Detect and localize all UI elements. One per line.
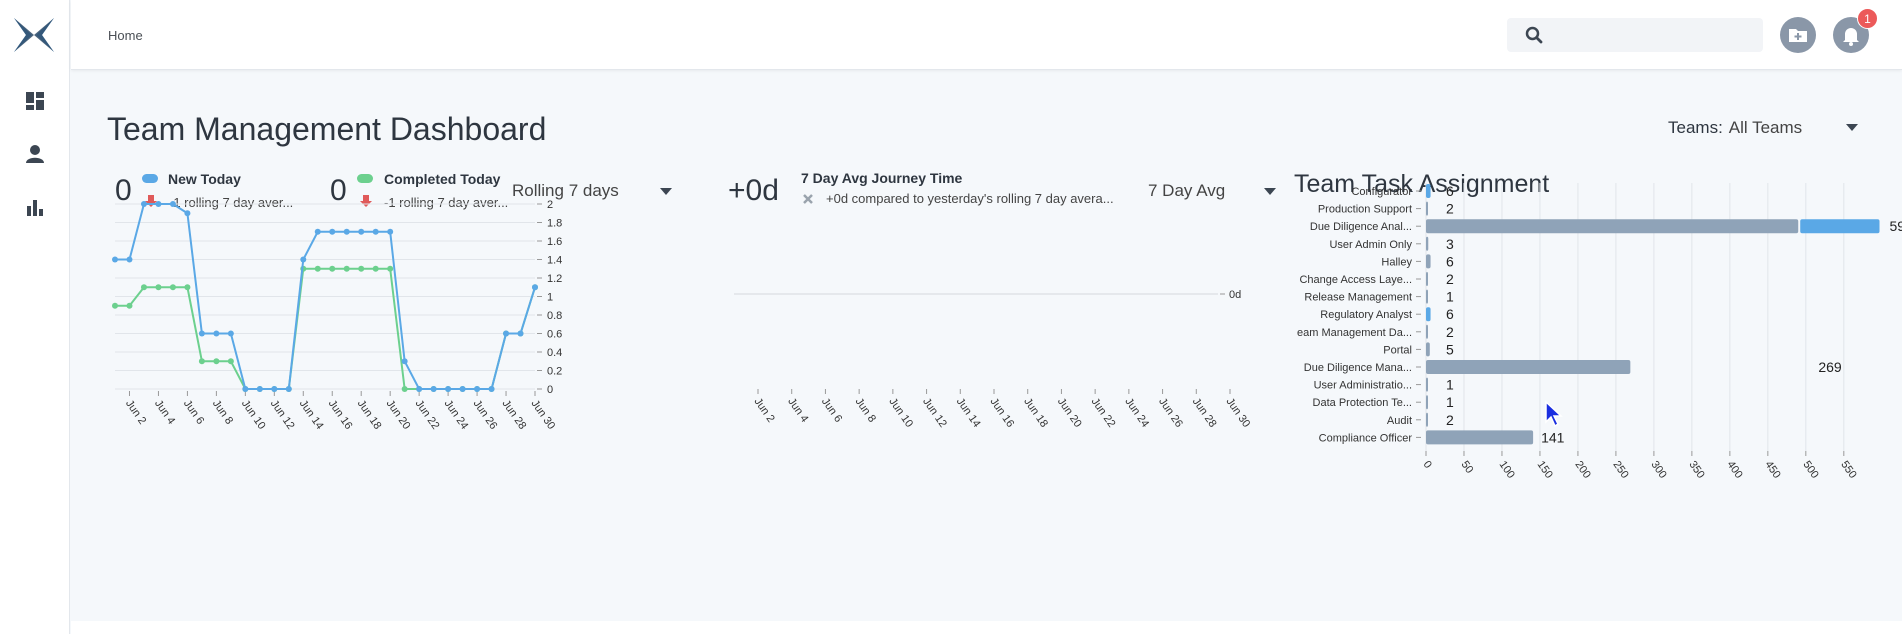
search-icon xyxy=(1525,26,1543,44)
notification-badge: 1 xyxy=(1857,8,1878,29)
category-label: User Admin Only xyxy=(1329,239,1412,251)
bar-segment[interactable] xyxy=(1426,184,1431,198)
bar-segment[interactable] xyxy=(1426,219,1799,234)
bar-segment[interactable] xyxy=(1426,412,1428,427)
x-tick-label: 150 xyxy=(1534,459,1554,481)
bar-segment[interactable] xyxy=(1800,219,1880,234)
category-label: Portal xyxy=(1383,344,1412,356)
category-label: Regulatory Analyst xyxy=(1320,309,1412,321)
bar-total-label: 6 xyxy=(1446,183,1454,199)
category-label: Due Diligence Mana... xyxy=(1304,362,1412,374)
bar-segment[interactable] xyxy=(1426,254,1431,269)
category-label: Compliance Officer xyxy=(1319,432,1413,444)
bar-segment[interactable] xyxy=(1426,289,1428,304)
category-label: User Administratio... xyxy=(1314,380,1412,392)
x-tick-label: 400 xyxy=(1724,459,1744,481)
bar-total-label: 1 xyxy=(1446,289,1454,305)
bar-segment[interactable] xyxy=(1426,395,1428,410)
category-label: Data Protection Te... xyxy=(1313,397,1412,409)
x-tick-label: 450 xyxy=(1762,459,1782,481)
bar-total-label: 6 xyxy=(1446,253,1454,269)
bar-total-label: 3 xyxy=(1446,236,1454,252)
x-tick-label: 0 xyxy=(1421,459,1434,471)
add-folder-button[interactable] xyxy=(1780,17,1816,53)
bar-total-label: 1 xyxy=(1446,377,1454,393)
bar-segment[interactable] xyxy=(1426,360,1631,374)
bar-segment[interactable] xyxy=(1426,324,1428,339)
x-tick-label: 50 xyxy=(1459,459,1476,476)
category-label: Audit xyxy=(1387,415,1412,427)
sidebar xyxy=(0,0,70,634)
x-tick-label: 250 xyxy=(1610,459,1630,481)
bar-total-label: 141 xyxy=(1541,429,1565,445)
user-icon[interactable] xyxy=(24,143,46,165)
category-label: Halley xyxy=(1381,256,1412,268)
bar-segment[interactable] xyxy=(1426,272,1428,286)
bar-segment[interactable] xyxy=(1426,342,1430,357)
footer xyxy=(71,621,1902,634)
breadcrumb-home[interactable]: Home xyxy=(108,28,143,43)
category-label: Configurator xyxy=(1351,186,1412,198)
search-input[interactable] xyxy=(1507,18,1763,52)
bar-total-label: 597 xyxy=(1890,218,1902,234)
bar-segment[interactable] xyxy=(1426,430,1534,445)
bar-total-label: 6 xyxy=(1446,306,1454,322)
x-tick-label: 300 xyxy=(1648,459,1668,481)
category-label: Production Support xyxy=(1318,204,1412,216)
bar-segment[interactable] xyxy=(1426,201,1428,216)
bar-total-label: 1 xyxy=(1446,394,1454,410)
bar-total-label: 2 xyxy=(1446,412,1454,428)
category-label: Due Diligence Anal... xyxy=(1310,221,1412,233)
bar-total-label: 2 xyxy=(1446,324,1454,340)
bar-total-label: 269 xyxy=(1818,359,1842,375)
x-tick-label: 500 xyxy=(1800,459,1820,481)
bar-total-label: 2 xyxy=(1446,201,1454,217)
folder-plus-icon xyxy=(1789,29,1807,42)
bar-segment[interactable] xyxy=(1426,307,1431,322)
x-tick-label: 550 xyxy=(1838,459,1858,481)
bar-total-label: 5 xyxy=(1446,341,1454,357)
category-label: eam Management Da... xyxy=(1297,327,1412,339)
top-bar: Home 1 xyxy=(71,0,1902,70)
task-assignment-chart: 0 50 100 150 200 250 300 350 400 450 500 550 Configu… xyxy=(1297,183,1902,481)
bar-total-label: 2 xyxy=(1446,271,1454,287)
x-tick-label: 350 xyxy=(1686,459,1706,481)
category-label: Change Access Laye... xyxy=(1299,274,1412,286)
category-label: Release Management xyxy=(1304,292,1412,304)
bar-segment[interactable] xyxy=(1426,377,1428,392)
x-tick-label: 100 xyxy=(1497,459,1517,481)
x-tick-label: 200 xyxy=(1572,459,1592,481)
mouse-cursor-icon xyxy=(1545,400,1563,428)
app-logo[interactable] xyxy=(12,14,56,56)
bar-segment[interactable] xyxy=(1426,236,1429,251)
main-content: Team Management Dashboard Teams: All Team… xyxy=(71,71,1902,621)
dashboard-icon[interactable] xyxy=(24,90,46,112)
reports-icon[interactable] xyxy=(24,196,46,218)
